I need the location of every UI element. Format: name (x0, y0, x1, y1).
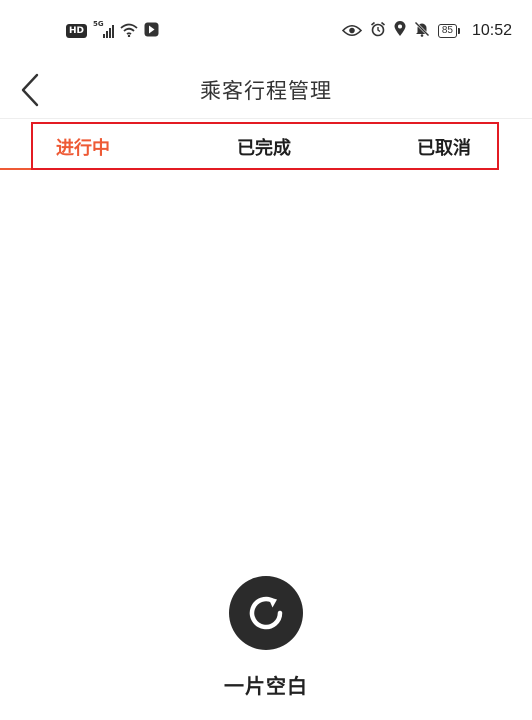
header: 乘客行程管理 (0, 62, 532, 118)
battery-icon: 85 (437, 24, 460, 38)
location-icon (394, 21, 406, 41)
status-bar-right: 85 10:52 (341, 20, 512, 42)
battery-level: 85 (437, 24, 457, 38)
tab-bar: 进行中 已完成 已取消 (0, 118, 532, 171)
tab-in-progress[interactable]: 进行中 (56, 134, 110, 160)
refresh-button[interactable] (229, 576, 303, 650)
status-bar-left: HD 5G (66, 20, 159, 42)
empty-state-text: 一片空白 (224, 674, 308, 698)
hd-icon: HD (66, 24, 88, 38)
alarm-icon (370, 21, 386, 41)
status-time: 10:52 (471, 22, 512, 39)
network-type-label: 5G (93, 20, 104, 28)
tab-cancelled[interactable]: 已取消 (417, 134, 471, 160)
wifi-icon (120, 22, 138, 41)
page-title: 乘客行程管理 (200, 79, 332, 103)
mute-icon (414, 21, 430, 41)
signal-icon: 5G (93, 20, 115, 38)
empty-state: 一片空白 (0, 576, 532, 699)
screen-cast-icon (144, 22, 159, 41)
status-bar: HD 5G 85 10:52 (0, 0, 532, 62)
eye-icon (341, 22, 362, 41)
tab-completed[interactable]: 已完成 (237, 134, 291, 160)
refresh-icon (249, 596, 283, 630)
